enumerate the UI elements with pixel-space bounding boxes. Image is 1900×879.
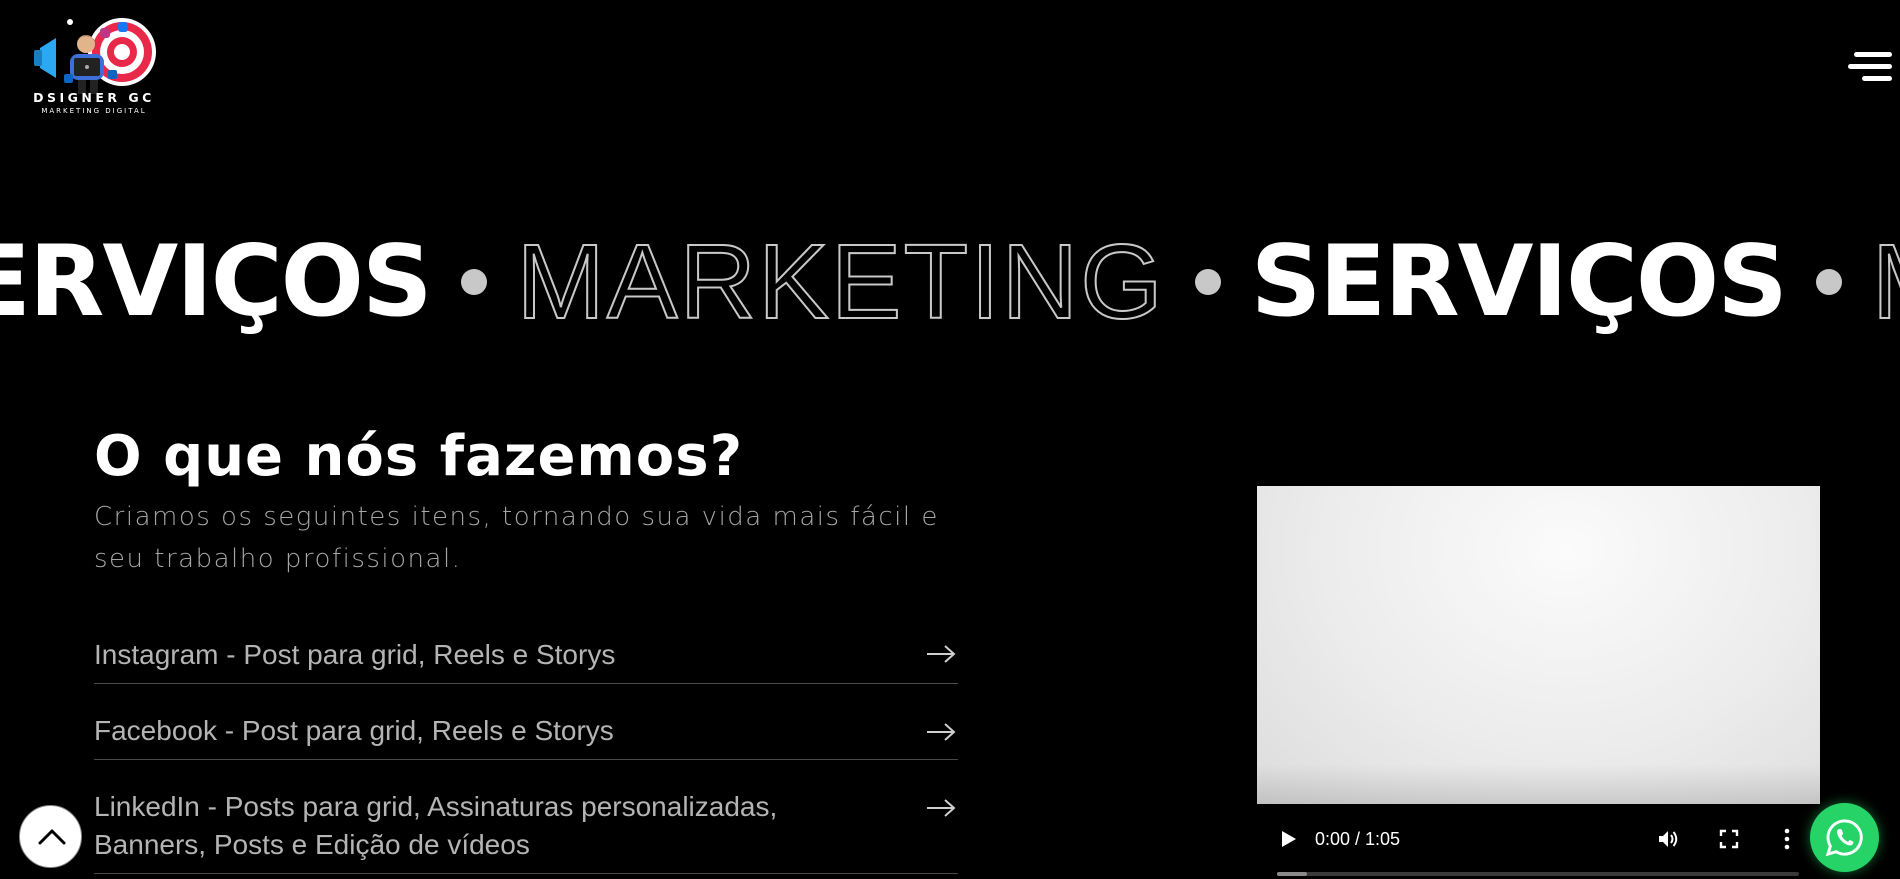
whatsapp-icon [1825, 819, 1863, 857]
logo-tagline: MARKETING DIGITAL [41, 107, 147, 115]
marquee-dot-icon [460, 269, 487, 295]
video-buffered [1277, 872, 1307, 876]
marquee-word-bold: ERVIÇOS [0, 225, 433, 339]
video-controls: 0:00 / 1:05 [1257, 804, 1820, 879]
marquee-word-outline: MARKETING [516, 223, 1165, 341]
marquee-word-bold: SERVIÇOS [1250, 225, 1788, 339]
services-list: Instagram - Post para grid, Reels e Stor… [94, 632, 958, 874]
arrow-right-icon [927, 723, 956, 741]
video-progress-bar[interactable] [1277, 872, 1799, 876]
service-item-label: LinkedIn - Posts para grid, Assinaturas … [94, 791, 778, 860]
service-item-facebook[interactable]: Facebook - Post para grid, Reels e Story… [94, 684, 958, 760]
logo-brand-name: DSIGNER GC [33, 90, 155, 105]
arrow-right-icon [927, 645, 956, 663]
play-icon[interactable] [1277, 828, 1299, 850]
service-item-label: Instagram - Post para grid, Reels e Stor… [94, 639, 616, 670]
back-to-top-button[interactable] [19, 805, 82, 868]
arrow-right-icon [927, 799, 956, 817]
volume-icon[interactable] [1656, 827, 1680, 851]
service-item-linkedin[interactable]: LinkedIn - Posts para grid, Assinaturas … [94, 760, 958, 874]
services-marquee: ERVIÇOS MARKETING SERVIÇOS MAR [0, 222, 1900, 342]
marquee-dot-icon [1194, 269, 1221, 295]
service-item-instagram[interactable]: Instagram - Post para grid, Reels e Stor… [94, 632, 958, 684]
brand-logo[interactable]: DSIGNER GC MARKETING DIGITAL [24, 14, 164, 118]
chevron-up-icon [38, 829, 66, 845]
whatsapp-button[interactable] [1810, 803, 1879, 872]
video-time: 0:00 / 1:05 [1315, 829, 1401, 849]
marquee-dot-icon [1815, 269, 1842, 295]
services-subtitle: Criamos os seguintes itens, tornando sua… [94, 502, 939, 574]
more-options-icon[interactable] [1782, 827, 1792, 851]
logo-illustration-icon [34, 18, 156, 94]
service-item-label: Facebook - Post para grid, Reels e Story… [94, 715, 614, 746]
fullscreen-icon[interactable] [1718, 828, 1740, 850]
video-screen[interactable] [1257, 486, 1820, 804]
video-player[interactable]: 0:00 / 1:05 [1257, 486, 1820, 879]
services-heading: O que nós fazemos? [94, 424, 744, 489]
hamburger-menu-icon[interactable] [1848, 52, 1892, 86]
marquee-word-outline: MAR [1871, 228, 1900, 336]
